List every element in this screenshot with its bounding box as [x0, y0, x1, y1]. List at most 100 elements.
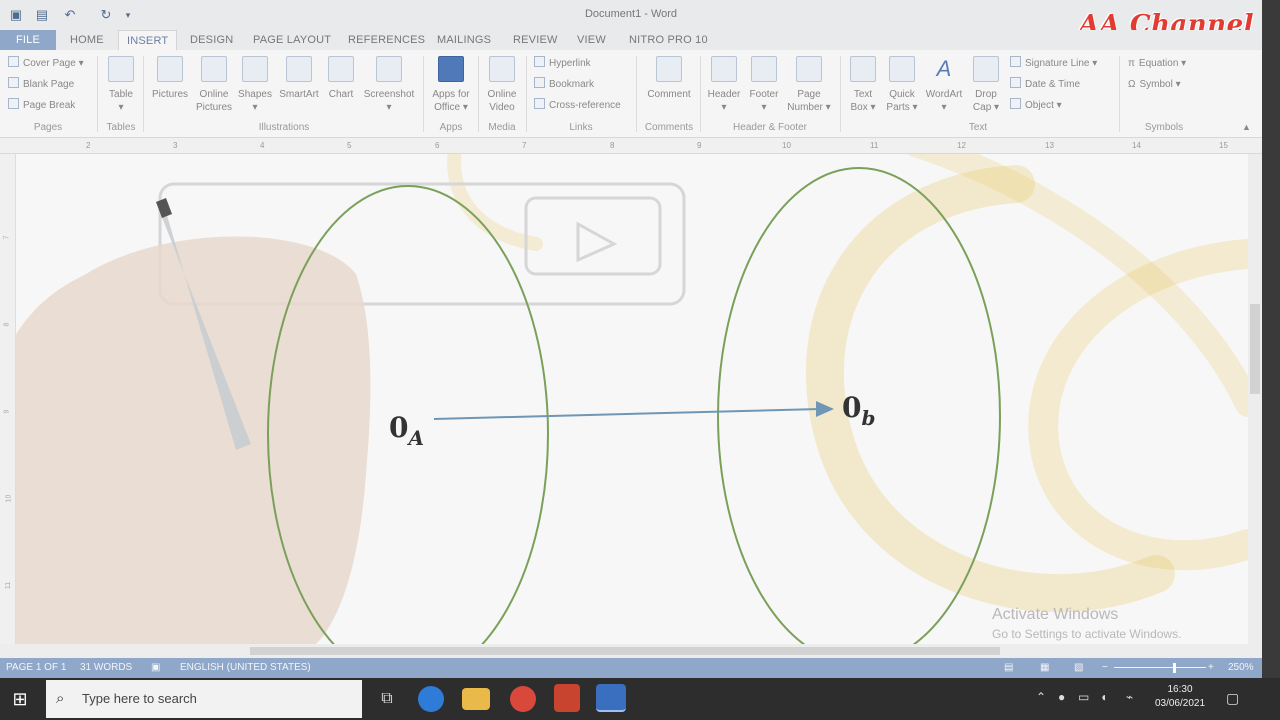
zoom-slider[interactable] [1114, 667, 1206, 668]
quick-parts-button[interactable]: Quick Parts ▾ [884, 56, 920, 114]
ruler-number: 11 [870, 141, 879, 150]
label-o-a-sub: A [406, 426, 424, 450]
hyperlink-button[interactable]: Hyperlink [534, 55, 591, 73]
print-layout-icon[interactable]: ▦ [1040, 662, 1049, 673]
page-number-icon [796, 56, 822, 82]
task-view-icon[interactable]: ⧉ [372, 684, 402, 714]
date-time-button[interactable]: Date & Time [1010, 76, 1080, 94]
group-separator [840, 56, 841, 132]
volume-icon[interactable]: ◖ [1100, 690, 1107, 704]
collapse-ribbon-icon[interactable]: ▲ [1242, 118, 1251, 136]
zoom-in-icon[interactable]: + [1208, 662, 1214, 673]
vruler-number: 11 [5, 581, 13, 590]
notifications-icon[interactable]: ▢ [1226, 690, 1239, 707]
signature-line-button[interactable]: Signature Line ▾ [1010, 55, 1097, 73]
footer-button[interactable]: Footer ▾ [745, 56, 783, 114]
header-button[interactable]: Header ▾ [704, 56, 744, 114]
tab-nitro-pro[interactable]: NITRO PRO 10 [621, 30, 716, 50]
language-indicator[interactable]: ENGLISH (UNITED STATES) [180, 662, 311, 673]
tab-home[interactable]: HOME [62, 30, 112, 50]
tab-page-layout[interactable]: PAGE LAYOUT [245, 30, 339, 50]
equation-button[interactable]: π Equation ▾ [1128, 55, 1186, 73]
group-label-media: Media [488, 122, 516, 133]
pdf-app-icon[interactable] [554, 684, 580, 712]
screenshot-button[interactable]: Screenshot ▾ [360, 56, 418, 114]
online-pictures-button[interactable]: Online Pictures [194, 56, 234, 114]
horizontal-scroll-thumb[interactable] [250, 647, 1000, 655]
omega-icon: Ω [1128, 79, 1136, 90]
wordart-icon: A [936, 56, 952, 81]
tab-references[interactable]: REFERENCES [340, 30, 433, 50]
wordart-button[interactable]: A WordArt ▾ [922, 56, 966, 114]
title-bar: ▣ ▤ ↶ ↻ ▾ Document1 - Word AA Channel [0, 0, 1262, 40]
blank-page-button[interactable]: Blank Page [8, 76, 74, 94]
word-count[interactable]: 31 WORDS [80, 662, 132, 673]
pictures-button[interactable]: Pictures [150, 56, 190, 101]
horizontal-scrollbar[interactable] [0, 644, 1262, 658]
tab-file[interactable]: FILE [0, 30, 56, 50]
tab-design[interactable]: DESIGN [182, 30, 241, 50]
label-o-a-main: 0 [389, 411, 408, 444]
tray-expand-icon[interactable]: ⌃ [1036, 690, 1046, 704]
page-break-button[interactable]: Page Break [8, 97, 75, 115]
bookmark-icon [534, 77, 545, 88]
shapes-icon [242, 56, 268, 82]
tab-view[interactable]: VIEW [569, 30, 614, 50]
online-video-button[interactable]: Online Video [482, 56, 522, 114]
web-layout-icon[interactable]: ▧ [1074, 662, 1083, 673]
vertical-scroll-thumb[interactable] [1250, 304, 1260, 394]
windows-start-icon[interactable]: ⊞ [8, 688, 32, 710]
object-button[interactable]: Object ▾ [1010, 97, 1062, 115]
document-page[interactable]: 0A 0 b [16, 154, 1248, 644]
symbol-button[interactable]: Ω Symbol ▾ [1128, 76, 1181, 94]
status-bar: PAGE 1 OF 1 31 WORDS ▣ ENGLISH (UNITED S… [0, 658, 1262, 678]
drop-cap-button[interactable]: Drop Cap ▾ [970, 56, 1002, 114]
group-label-tables: Tables [106, 122, 136, 133]
tab-review[interactable]: REVIEW [505, 30, 566, 50]
proofing-icon[interactable]: ▣ [151, 662, 160, 673]
window-title: Document1 - Word [584, 8, 678, 20]
tab-insert[interactable]: INSERT [118, 30, 178, 50]
text-box-button[interactable]: Text Box ▾ [845, 56, 881, 114]
label-o-b-sub: b [861, 406, 875, 430]
apps-for-office-button[interactable]: Apps for Office ▾ [428, 56, 474, 114]
smartart-button[interactable]: SmartArt [276, 56, 322, 101]
comment-button[interactable]: Comment [642, 56, 696, 101]
cover-page-button[interactable]: Cover Page ▾ [8, 55, 84, 73]
tab-mailings[interactable]: MAILINGS [429, 30, 499, 50]
ruler-number: 10 [782, 141, 791, 150]
edge-browser-icon[interactable] [418, 686, 444, 712]
zoom-level[interactable]: 250% [1228, 662, 1254, 673]
ruler-number: 15 [1219, 141, 1228, 150]
bookmark-button[interactable]: Bookmark [534, 76, 594, 94]
system-clock[interactable]: 16:30 03/06/2021 [1152, 683, 1208, 711]
table-icon [108, 56, 134, 82]
zoom-out-icon[interactable]: − [1102, 662, 1108, 673]
chrome-browser-icon[interactable] [510, 686, 536, 712]
shapes-button[interactable]: Shapes ▾ [236, 56, 274, 114]
chart-button[interactable]: Chart [324, 56, 358, 101]
activate-windows-title: Activate Windows [992, 606, 1119, 623]
table-button[interactable]: Table ▾ [104, 56, 138, 114]
zoom-slider-thumb[interactable] [1173, 663, 1176, 673]
hand-illustration [16, 198, 371, 644]
word-taskbar-icon[interactable] [596, 684, 626, 712]
network-icon[interactable]: ⌁ [1126, 690, 1133, 704]
microphone-icon[interactable]: ● [1058, 690, 1065, 704]
page-number-button[interactable]: Page Number ▾ [786, 56, 832, 114]
search-input[interactable]: Type here to search [82, 691, 197, 706]
ruler-number: 6 [435, 141, 440, 150]
label-o-a: 0A [389, 411, 424, 450]
page-count[interactable]: PAGE 1 OF 1 [6, 662, 66, 673]
file-explorer-icon[interactable] [462, 688, 490, 710]
ribbon: Cover Page ▾ Blank Page Page Break Pages… [0, 50, 1262, 138]
quick-parts-icon [889, 56, 915, 82]
pictures-icon [157, 56, 183, 82]
battery-icon[interactable]: ▭ [1078, 690, 1089, 704]
read-mode-icon[interactable]: ▤ [1004, 662, 1013, 673]
cross-reference-button[interactable]: Cross-reference [534, 97, 621, 115]
ruler-number: 8 [610, 141, 615, 150]
vertical-scrollbar[interactable] [1248, 154, 1262, 644]
signature-line-icon [1010, 56, 1021, 67]
taskbar-search-box[interactable]: ⌕ Type here to search [46, 680, 362, 718]
